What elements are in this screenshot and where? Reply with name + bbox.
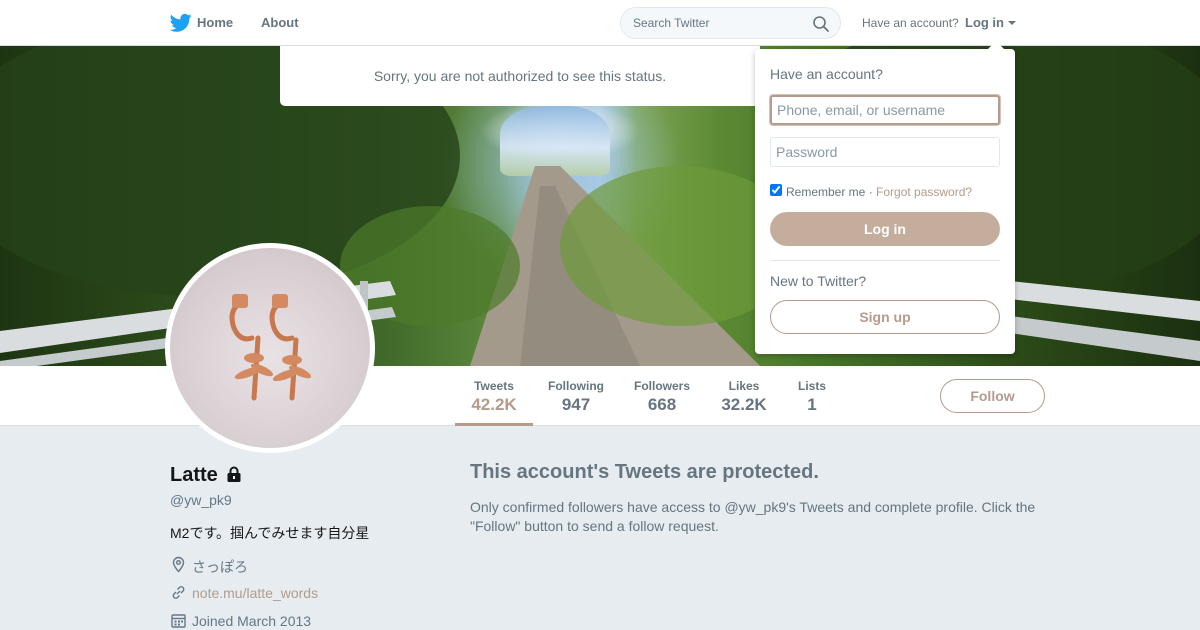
location-text: さっぽろ <box>192 559 248 575</box>
guardrail-right <box>1010 281 1200 361</box>
stat-value: 42.2K <box>471 395 517 414</box>
remember-row-text: Remember me · Forgot password? <box>786 185 972 199</box>
nav-about-link[interactable]: About <box>261 15 299 30</box>
earrings-illustration <box>229 294 312 401</box>
login-dropdown: Have an account? Remember me · Forgot pa… <box>755 49 1015 354</box>
caret-down-icon[interactable] <box>1008 21 1016 25</box>
stat-value: 32.2K <box>721 395 767 414</box>
profile-bio: M2です。掴んでみせます自分星 <box>170 525 370 541</box>
status-notice: Sorry, you are not authorized to see thi… <box>280 46 760 106</box>
joined-text: Joined March 2013 <box>192 613 312 629</box>
stat-label: Likes <box>728 379 760 393</box>
login-menu-button[interactable]: Log in <box>965 15 1004 30</box>
twitter-bird-icon[interactable] <box>170 13 192 33</box>
follow-button[interactable]: Follow <box>940 379 1045 413</box>
stat-tweets[interactable]: Tweets 42.2K <box>455 366 533 426</box>
stat-label: Following <box>548 379 604 393</box>
avatar-image <box>170 248 370 448</box>
stat-value: 947 <box>561 395 591 414</box>
password-field[interactable] <box>770 137 1000 167</box>
stat-following[interactable]: Following 947 <box>540 366 612 426</box>
stat-followers[interactable]: Followers 668 <box>626 366 698 426</box>
stat-value: 668 <box>647 395 677 414</box>
profile-handle[interactable]: @yw_pk9 <box>170 492 232 508</box>
new-to-twitter-text: New to Twitter? <box>770 273 867 289</box>
search-box <box>620 7 841 39</box>
dropdown-caret <box>988 41 1004 49</box>
link-icon <box>172 586 185 599</box>
stat-value: 1 <box>807 395 817 414</box>
dropdown-divider <box>770 260 1000 261</box>
location-pin-icon <box>172 556 185 573</box>
stat-likes[interactable]: Likes 32.2K <box>712 366 776 426</box>
stat-label: Followers <box>633 379 690 393</box>
profile-name[interactable]: Latte <box>170 464 218 487</box>
remember-separator: · <box>865 185 877 199</box>
avatar[interactable] <box>165 243 375 453</box>
status-message: Sorry, you are not authorized to see thi… <box>373 68 667 84</box>
search-input[interactable] <box>633 16 803 30</box>
calendar-icon <box>171 614 186 628</box>
have-account-text: Have an account? <box>862 16 959 30</box>
stat-label: Tweets <box>474 379 514 393</box>
dropdown-heading: Have an account? <box>770 66 883 82</box>
stat-lists[interactable]: Lists 1 <box>790 366 834 426</box>
forgot-password-link[interactable]: Forgot password? <box>876 185 972 199</box>
username-field[interactable] <box>770 95 1000 125</box>
nav-home-link[interactable]: Home <box>197 15 233 30</box>
protected-description: Only confirmed followers have access to … <box>470 499 1036 534</box>
login-button[interactable]: Log in <box>770 212 1000 246</box>
top-navigation: Home About Have an account? Log in <box>0 0 1200 46</box>
stat-label: Lists <box>797 379 826 393</box>
search-icon[interactable] <box>812 15 830 33</box>
remember-me-checkbox[interactable] <box>770 184 782 196</box>
lock-icon <box>227 466 241 482</box>
protected-title: This account's Tweets are protected. <box>470 461 819 483</box>
remember-me-label[interactable]: Remember me <box>786 185 865 199</box>
website-link[interactable]: note.mu/latte_words <box>192 585 318 601</box>
signup-button[interactable]: Sign up <box>770 300 1000 334</box>
